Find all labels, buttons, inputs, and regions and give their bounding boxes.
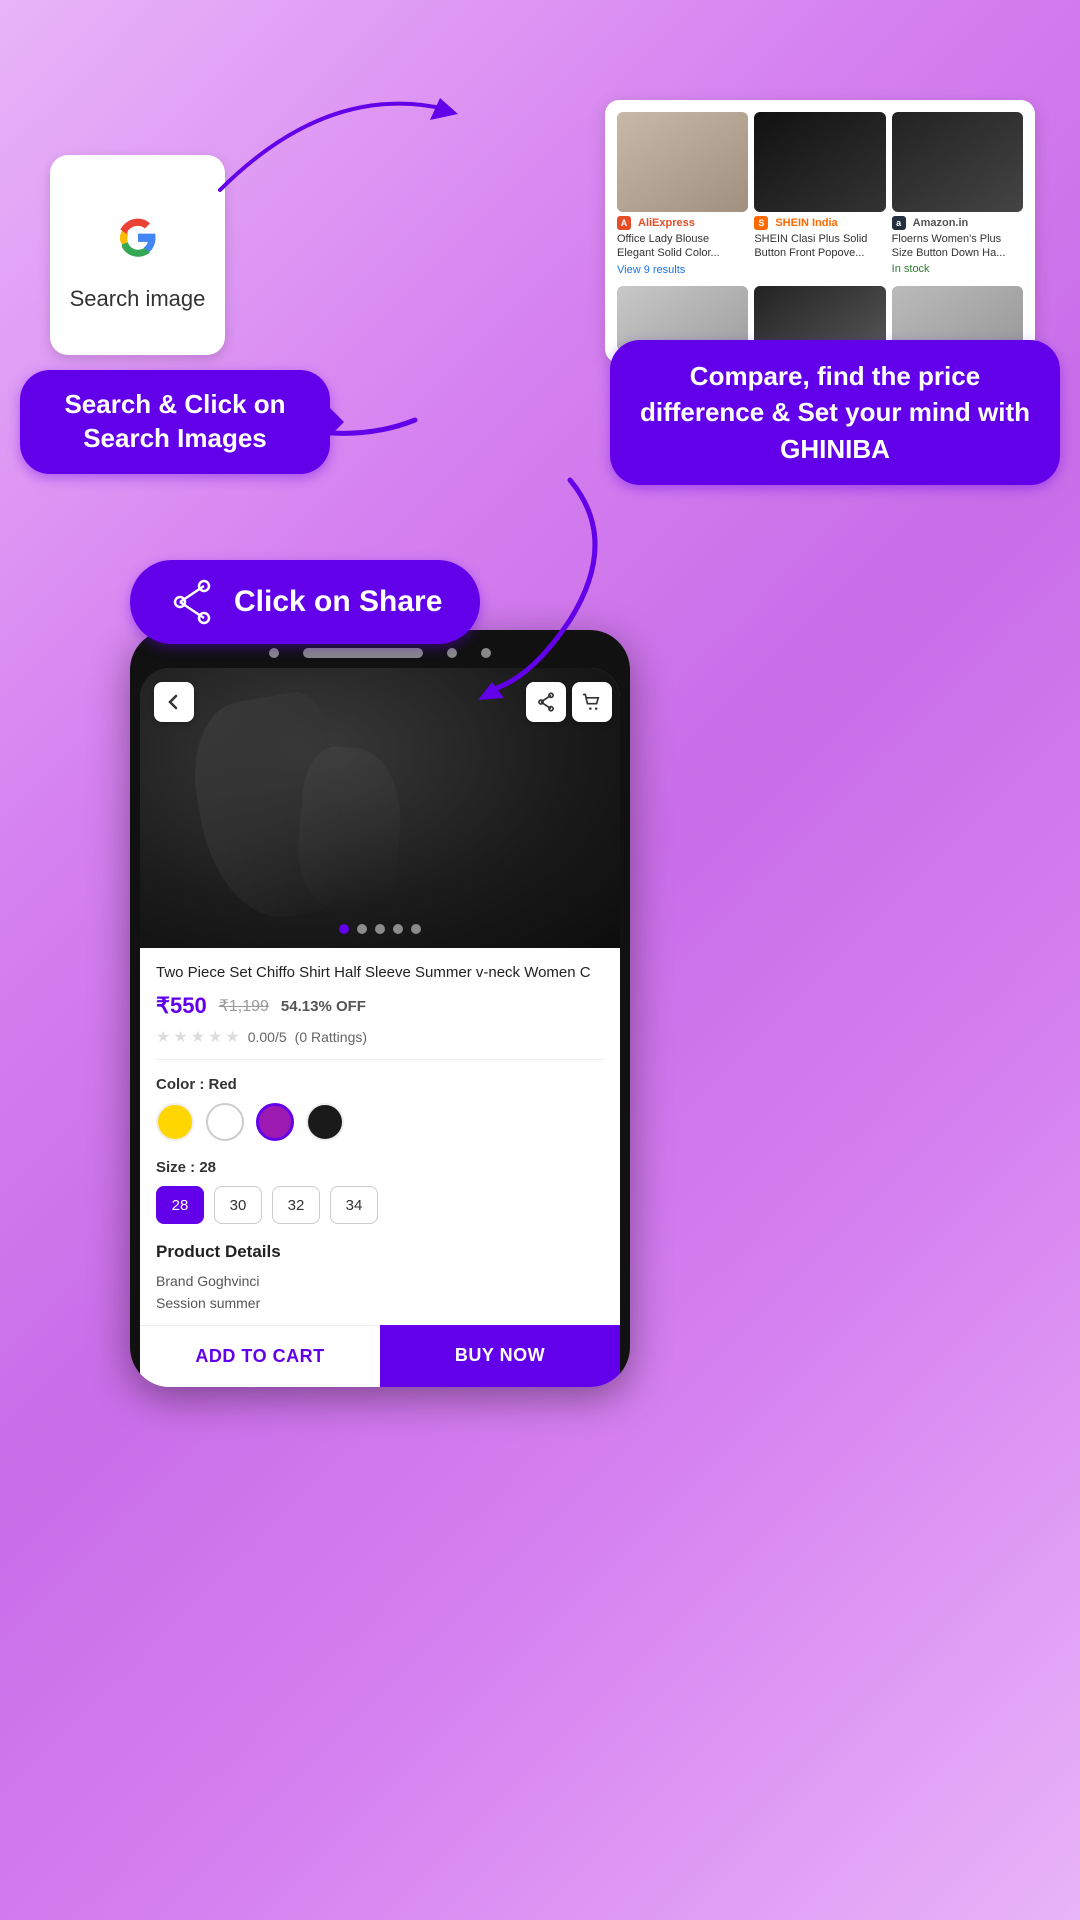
- result-img-1: [617, 112, 748, 212]
- result-img-2: [754, 112, 885, 212]
- size-options: 28 30 32 34: [156, 1186, 604, 1224]
- color-purple[interactable]: [256, 1103, 294, 1141]
- product-title: Two Piece Set Chiffo Shirt Half Sleeve S…: [156, 962, 604, 983]
- star-2: ★: [173, 1027, 187, 1047]
- size-30[interactable]: 30: [214, 1186, 262, 1224]
- size-28[interactable]: 28: [156, 1186, 204, 1224]
- google-search-label: Search image: [70, 286, 206, 312]
- product-info-section: Two Piece Set Chiffo Shirt Half Sleeve S…: [140, 948, 620, 1325]
- result-title-2: SHEIN Clasi Plus Solid Button Front Popo…: [754, 232, 885, 261]
- share-icon: [168, 578, 216, 626]
- back-icon: [165, 693, 183, 711]
- image-dots-indicator: [339, 924, 421, 934]
- buy-now-button[interactable]: BUY NOW: [380, 1325, 620, 1387]
- result-img-3: [892, 112, 1023, 212]
- color-yellow[interactable]: [156, 1103, 194, 1141]
- star-5: ★: [225, 1027, 239, 1047]
- color-white[interactable]: [206, 1103, 244, 1141]
- dot-4: [393, 924, 403, 934]
- google-search-icon-box: Search image: [50, 155, 225, 355]
- star-1: ★: [156, 1027, 170, 1047]
- details-brand: Brand Goghvinci Session summer: [156, 1270, 604, 1315]
- compare-instruction-bubble: Compare, find the price difference & Set…: [610, 340, 1060, 485]
- aliexpress-icon: A: [617, 216, 631, 230]
- color-options: [156, 1103, 604, 1141]
- in-stock-badge: In stock: [892, 263, 1023, 275]
- shein-icon: S: [754, 216, 768, 230]
- stars: ★ ★ ★ ★ ★: [156, 1027, 240, 1047]
- dot-5: [411, 924, 421, 934]
- amazon-icon: a: [892, 216, 906, 230]
- result-item-3: a Amazon.in Floerns Women's Plus Size Bu…: [892, 112, 1023, 276]
- google-logo-icon: [98, 198, 178, 278]
- star-3: ★: [191, 1027, 205, 1047]
- arrow-google-to-results: [210, 70, 470, 200]
- size-label: Size : 28: [156, 1159, 604, 1176]
- bottom-bar: ADD TO CART BUY NOW: [140, 1325, 620, 1387]
- rating-count: (0 Rattings): [295, 1029, 367, 1045]
- size-section: Size : 28 28 30 32 34: [156, 1151, 604, 1232]
- search-instruction-bubble: Search & Click on Search Images: [20, 370, 330, 474]
- price-row: ₹550 ₹1,199 54.13% OFF: [156, 993, 604, 1019]
- star-4: ★: [208, 1027, 222, 1047]
- color-black[interactable]: [306, 1103, 344, 1141]
- result-source-1: A AliExpress: [617, 216, 748, 230]
- back-button[interactable]: [154, 682, 194, 722]
- size-32[interactable]: 32: [272, 1186, 320, 1224]
- product-details-section: Product Details Brand Goghvinci Session …: [156, 1232, 604, 1325]
- color-label: Color : Red: [156, 1076, 604, 1093]
- result-source-3: a Amazon.in: [892, 216, 1023, 230]
- phone-mockup: Two Piece Set Chiffo Shirt Half Sleeve S…: [130, 630, 630, 1387]
- result-item-2: S SHEIN India SHEIN Clasi Plus Solid But…: [754, 112, 885, 276]
- phone-dot-1: [269, 648, 279, 658]
- price-original: ₹1,199: [219, 996, 269, 1016]
- dot-1: [339, 924, 349, 934]
- price-current: ₹550: [156, 993, 207, 1019]
- search-results-panel: A AliExpress Office Lady Blouse Elegant …: [605, 100, 1035, 363]
- result-link-1[interactable]: View 9 results: [617, 264, 748, 276]
- result-source-2: S SHEIN India: [754, 216, 885, 230]
- dot-2: [357, 924, 367, 934]
- rating-value: 0.00/5: [248, 1029, 287, 1045]
- result-title-1: Office Lady Blouse Elegant Solid Color..…: [617, 232, 748, 261]
- add-to-cart-button[interactable]: ADD TO CART: [140, 1325, 380, 1387]
- rating-row: ★ ★ ★ ★ ★ 0.00/5 (0 Rattings): [156, 1027, 604, 1047]
- details-title: Product Details: [156, 1242, 604, 1262]
- phone-screen: Two Piece Set Chiffo Shirt Half Sleeve S…: [140, 668, 620, 1387]
- product-image-area: [140, 668, 620, 948]
- color-section: Color : Red: [156, 1066, 604, 1151]
- share-instruction-bubble: Click on Share: [130, 560, 480, 644]
- price-discount: 54.13% OFF: [281, 998, 366, 1015]
- dot-3: [375, 924, 385, 934]
- arrow-bubble-to-results: [295, 380, 425, 460]
- divider-1: [156, 1059, 604, 1060]
- size-34[interactable]: 34: [330, 1186, 378, 1224]
- result-title-3: Floerns Women's Plus Size Button Down Ha…: [892, 232, 1023, 261]
- result-item-1: A AliExpress Office Lady Blouse Elegant …: [617, 112, 748, 276]
- results-grid: A AliExpress Office Lady Blouse Elegant …: [617, 112, 1023, 276]
